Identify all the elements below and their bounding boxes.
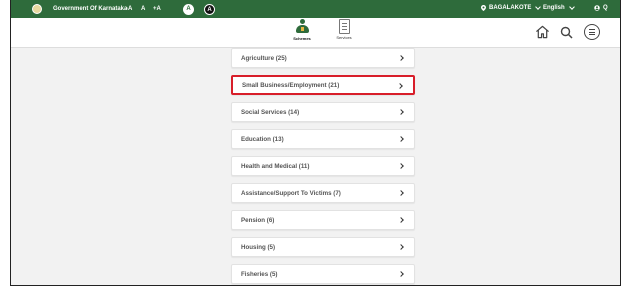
category-label: Agriculture (25) <box>241 54 287 62</box>
chevron-right-icon <box>398 190 404 196</box>
location-selector[interactable]: BAGALAKOTE <box>481 4 542 11</box>
category-label: Social Services (14) <box>241 108 300 116</box>
chevron-right-icon <box>398 136 404 142</box>
chevron-down-icon <box>568 4 575 10</box>
chevron-right-icon <box>398 244 404 250</box>
app-frame: Government Of Karnataka -A A +A A A BAGA… <box>10 0 621 286</box>
chevron-right-icon <box>397 83 403 89</box>
chevron-right-icon <box>398 163 404 169</box>
language-selector[interactable]: English <box>543 4 575 11</box>
nav-schemes-label: Schemes <box>293 36 311 41</box>
nav-services[interactable]: Services <box>330 19 358 40</box>
user-initial: Q <box>603 5 608 11</box>
location-label: BAGALAKOTE <box>489 5 532 11</box>
nav-schemes[interactable]: Schemes <box>290 19 314 41</box>
light-theme-button[interactable]: A <box>183 4 194 15</box>
category-item-agriculture[interactable]: Agriculture (25) <box>231 48 415 68</box>
category-label: Assistance/Support To Victims (7) <box>241 189 341 197</box>
category-label: Housing (5) <box>241 243 276 251</box>
user-menu[interactable]: Q <box>594 5 608 11</box>
category-label: Pension (6) <box>241 216 275 224</box>
chevron-right-icon <box>398 271 404 277</box>
chevron-down-icon <box>535 4 542 10</box>
chevron-right-icon <box>398 55 404 61</box>
chevron-right-icon <box>398 109 404 115</box>
category-item-small-business-employment[interactable]: Small Business/Employment (21) <box>231 75 415 95</box>
chevron-right-icon <box>398 217 404 223</box>
font-increase-button[interactable]: +A <box>153 6 161 12</box>
category-item-education[interactable]: Education (13) <box>231 129 415 149</box>
font-normal-button[interactable]: A <box>141 6 145 12</box>
location-pin-icon <box>481 5 486 11</box>
government-title: Government Of Karnataka <box>53 6 128 12</box>
search-icon[interactable] <box>560 26 573 39</box>
category-label: Fisheries (5) <box>241 270 278 278</box>
language-label: English <box>543 5 565 11</box>
menu-icon[interactable] <box>584 24 600 40</box>
nav-services-label: Services <box>336 35 352 40</box>
category-item-health-and-medical[interactable]: Health and Medical (11) <box>231 156 415 176</box>
category-label: Health and Medical (11) <box>241 162 310 170</box>
category-list: Agriculture (25) Small Business/Employme… <box>231 48 415 285</box>
category-item-social-services[interactable]: Social Services (14) <box>231 102 415 122</box>
karnataka-emblem-icon <box>32 4 42 14</box>
main-header: Schemes Services <box>11 18 620 48</box>
home-icon[interactable] <box>535 25 550 39</box>
category-item-pension[interactable]: Pension (6) <box>231 210 415 230</box>
schemes-icon <box>295 19 309 35</box>
services-icon <box>338 19 350 34</box>
category-item-assistance-support-to-victims[interactable]: Assistance/Support To Victims (7) <box>231 183 415 203</box>
font-decrease-button[interactable]: -A <box>126 6 132 12</box>
category-item-fisheries[interactable]: Fisheries (5) <box>231 264 415 284</box>
category-label: Small Business/Employment (21) <box>242 81 340 89</box>
category-item-housing[interactable]: Housing (5) <box>231 237 415 257</box>
user-icon <box>594 5 600 11</box>
top-bar: Government Of Karnataka -A A +A A A BAGA… <box>11 0 620 18</box>
dark-theme-button[interactable]: A <box>204 4 215 15</box>
category-label: Education (13) <box>241 135 284 143</box>
